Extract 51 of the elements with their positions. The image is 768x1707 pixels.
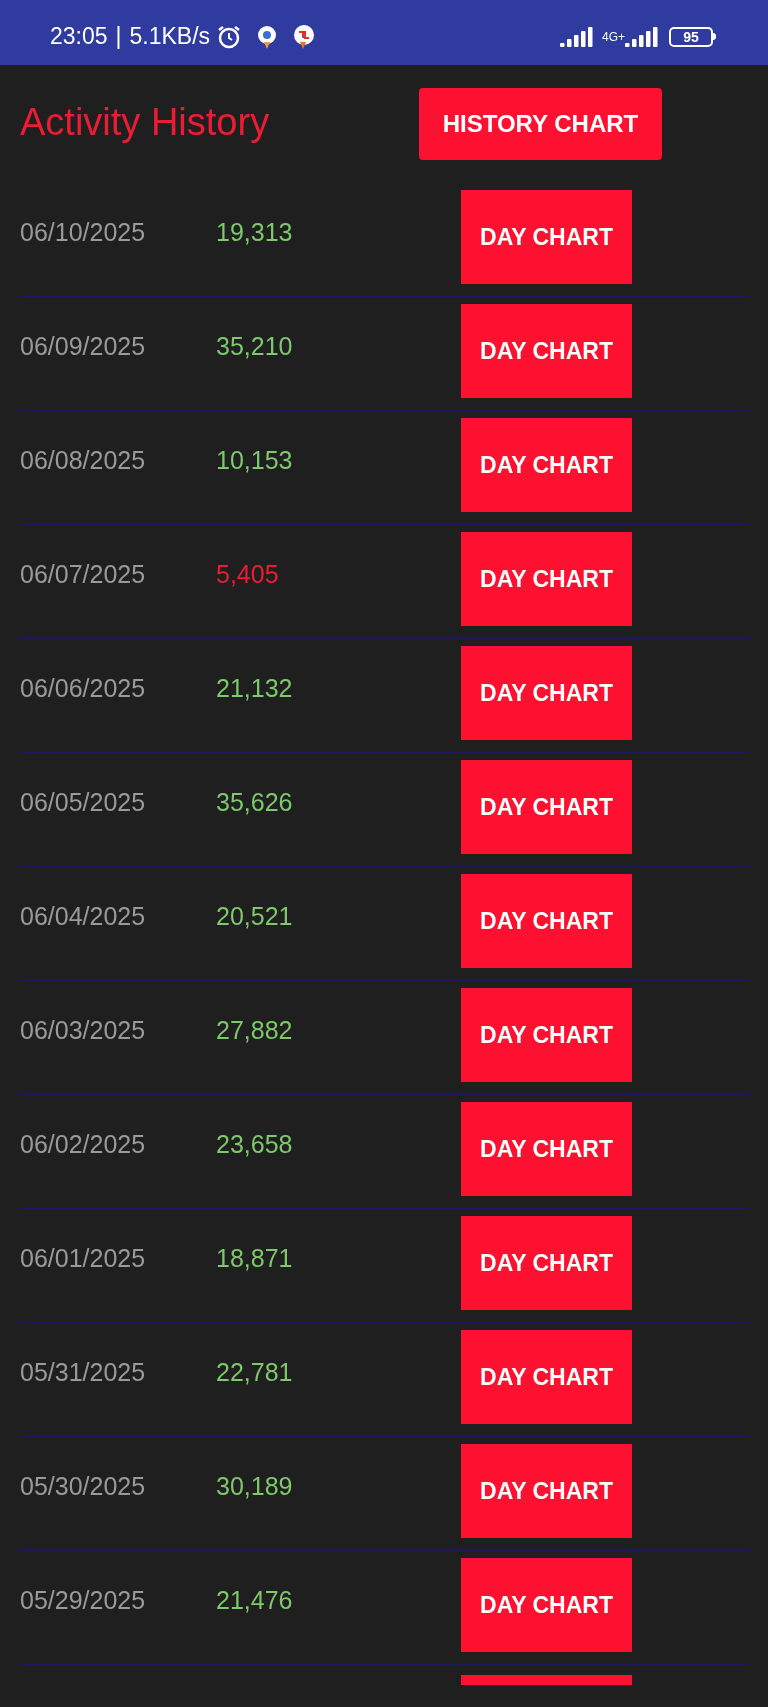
date: 05/29/2025 xyxy=(20,1585,147,1616)
step-count: 19,313 xyxy=(216,217,294,248)
step-count: 21,132 xyxy=(216,673,294,704)
date: 06/06/2025 xyxy=(20,673,147,704)
date: 06/05/2025 xyxy=(20,787,147,818)
day-chart-button[interactable]: DAY CHART xyxy=(461,190,632,284)
signal-icon xyxy=(625,26,659,47)
step-count: 18,871 xyxy=(216,1243,294,1274)
page-title: Activity History xyxy=(20,99,271,145)
day-chart-button[interactable]: DAY CHART xyxy=(461,418,632,512)
date: 06/10/2025 xyxy=(20,217,147,248)
day-chart-button[interactable]: DAY CHART xyxy=(461,1444,632,1538)
step-count: 30,189 xyxy=(216,1471,294,1502)
app-icon xyxy=(256,23,279,50)
day-chart-button[interactable]: DAY CHART xyxy=(461,1330,632,1424)
history-chart-button[interactable]: HISTORY CHART xyxy=(419,88,662,160)
clock: 23:05 xyxy=(50,22,108,52)
day-chart-button[interactable]: DAY CHART xyxy=(461,988,632,1082)
step-count: 10,153 xyxy=(216,445,294,476)
date: 06/09/2025 xyxy=(20,331,147,362)
app-icon xyxy=(292,23,317,50)
day-chart-button[interactable] xyxy=(461,1675,632,1685)
step-count: 27,882 xyxy=(216,1015,294,1046)
date: 05/31/2025 xyxy=(20,1357,147,1388)
date: 06/08/2025 xyxy=(20,445,147,476)
date: 06/04/2025 xyxy=(20,901,147,932)
separator: | xyxy=(115,22,122,52)
step-count: 35,210 xyxy=(216,331,294,362)
day-chart-button[interactable]: DAY CHART xyxy=(461,760,632,854)
date: 06/07/2025 xyxy=(20,559,147,590)
day-chart-button[interactable]: DAY CHART xyxy=(461,532,632,626)
step-count: 5,405 xyxy=(216,559,280,590)
battery-level: 95 xyxy=(683,29,699,44)
day-chart-button[interactable]: DAY CHART xyxy=(461,1558,632,1652)
date: 06/02/2025 xyxy=(20,1129,147,1160)
step-count: 21,476 xyxy=(216,1585,294,1616)
date: 06/01/2025 xyxy=(20,1243,147,1274)
step-count: 22,781 xyxy=(216,1357,294,1388)
date: 06/03/2025 xyxy=(20,1015,147,1046)
signal-icon xyxy=(560,26,594,47)
day-chart-button[interactable]: DAY CHART xyxy=(461,646,632,740)
step-count: 23,658 xyxy=(216,1129,294,1160)
day-chart-button[interactable]: DAY CHART xyxy=(461,304,632,398)
day-chart-button[interactable]: DAY CHART xyxy=(461,1102,632,1196)
network-type: 4G+ xyxy=(602,30,625,43)
step-count: 35,626 xyxy=(216,787,294,818)
day-chart-button[interactable]: DAY CHART xyxy=(461,1216,632,1310)
day-chart-button[interactable]: DAY CHART xyxy=(461,874,632,968)
network-speed: 5.1KB/s xyxy=(129,22,211,52)
date: 05/30/2025 xyxy=(20,1471,147,1502)
step-count: 20,521 xyxy=(216,901,294,932)
